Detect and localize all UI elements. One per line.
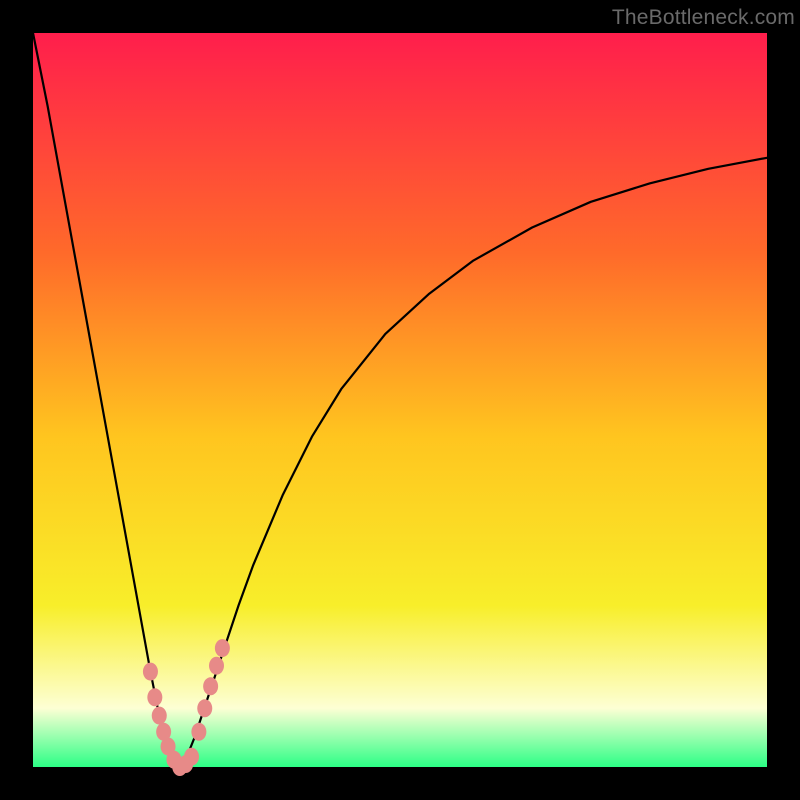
highlight-marker [197, 699, 212, 717]
bottleneck-curve [33, 33, 767, 767]
highlight-marker [143, 663, 158, 681]
highlight-marker [209, 657, 224, 675]
highlight-marker [215, 639, 230, 657]
highlight-marker [152, 707, 167, 725]
highlight-marker [184, 748, 199, 766]
marker-group [143, 639, 230, 776]
chart-frame: TheBottleneck.com [0, 0, 800, 800]
highlight-marker [147, 688, 162, 706]
highlight-marker [191, 723, 206, 741]
watermark-text: TheBottleneck.com [612, 6, 795, 30]
chart-svg [0, 0, 800, 800]
highlight-marker [203, 677, 218, 695]
